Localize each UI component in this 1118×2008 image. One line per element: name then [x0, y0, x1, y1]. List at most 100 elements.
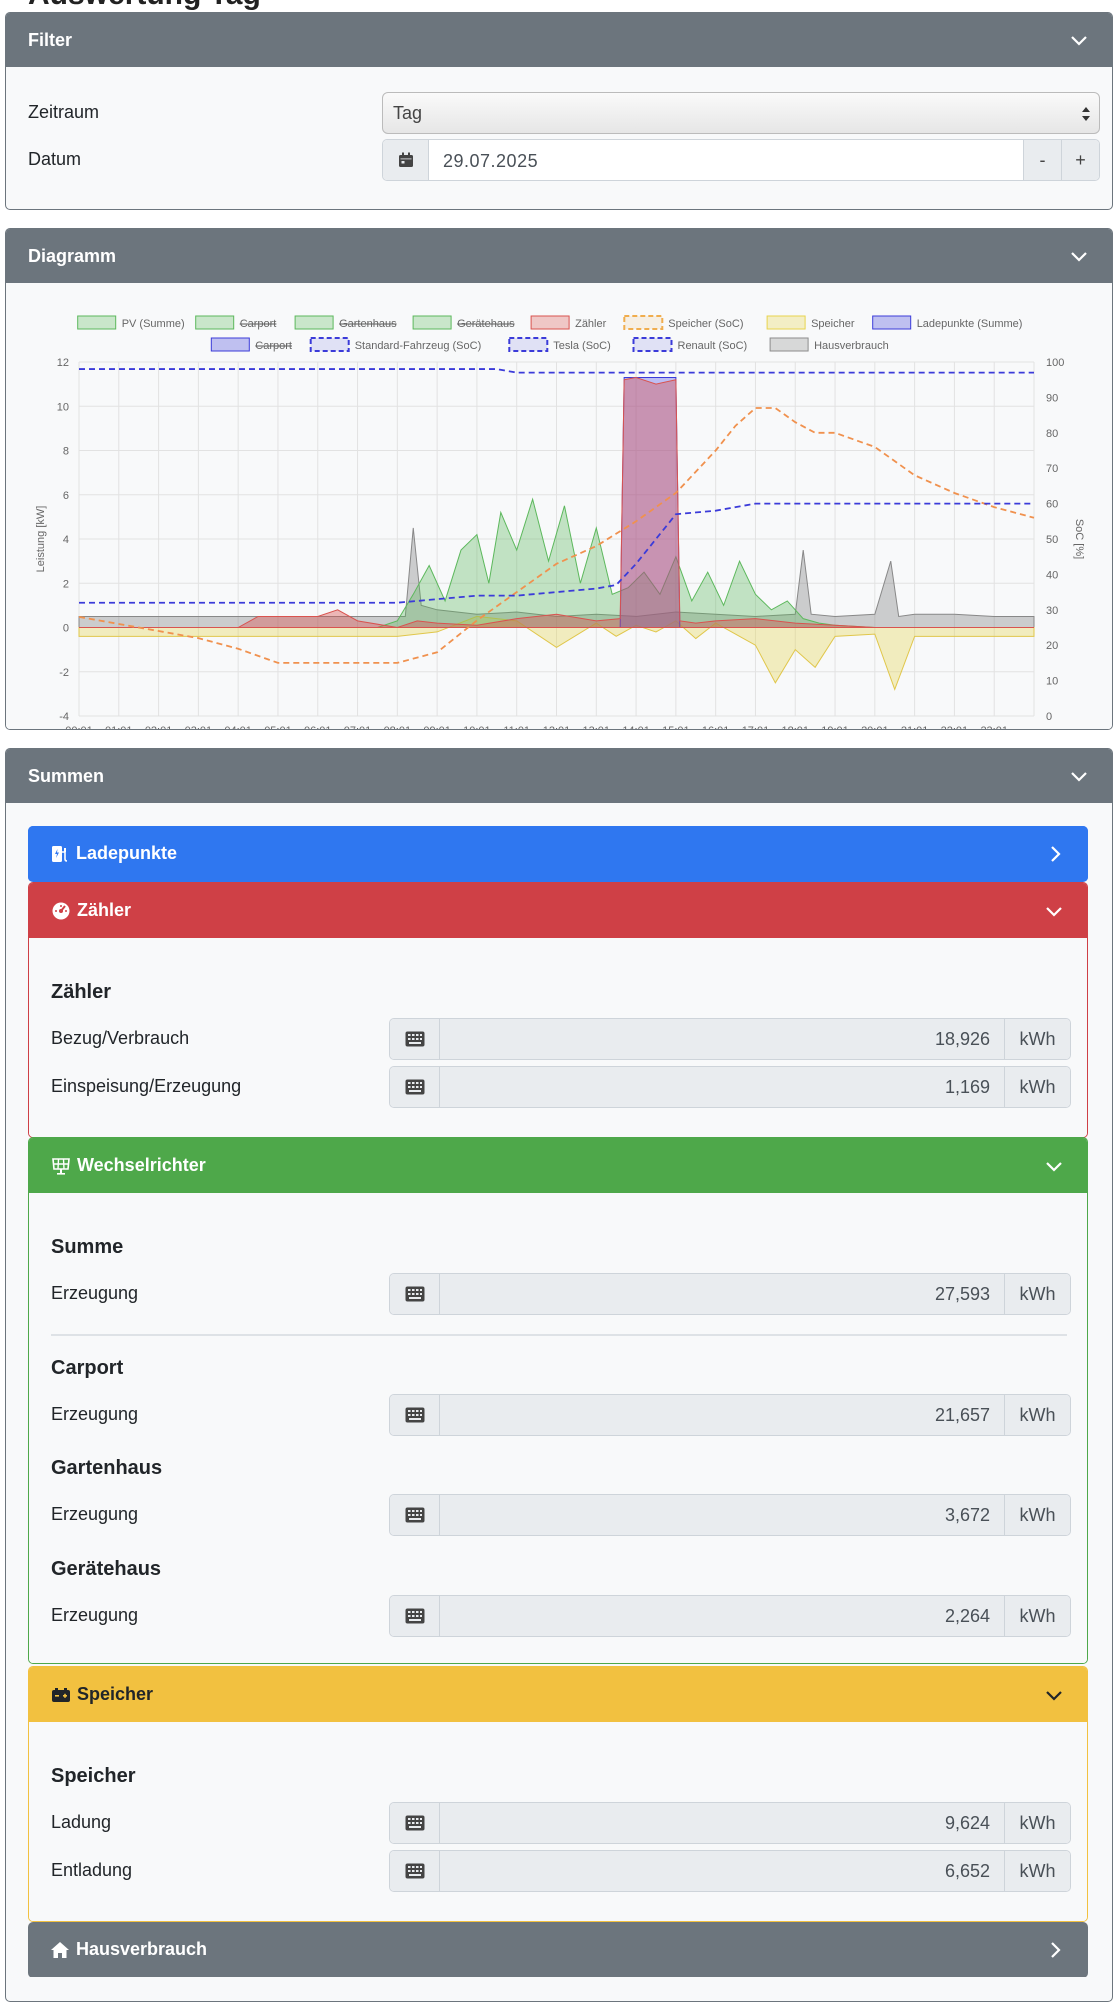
x-tick-label: 10:01 [463, 725, 491, 729]
legend-item[interactable]: Speicher [766, 315, 855, 330]
legend-item[interactable]: Renault (SoC) [632, 337, 748, 352]
x-tick-label: 23:01 [980, 725, 1008, 729]
gartenhaus-section-title: Gartenhaus [51, 1457, 163, 1479]
speicher-title: Speicher [77, 1684, 154, 1704]
energy-chart[interactable]: 121086420-2-4100908070605040302010000:01… [6, 284, 1112, 729]
y-tick-label: 0 [63, 623, 69, 635]
calculator-icon [390, 1851, 440, 1891]
calculator-icon [390, 1596, 440, 1636]
zaehler-panel: Zähler Zähler Bezug/Verbrauch 18,926 kWh… [28, 882, 1088, 1138]
datum-label: Datum [28, 149, 82, 169]
y2-tick-label: 90 [1046, 392, 1058, 404]
metric-label: Bezug/Verbrauch [51, 1028, 190, 1048]
y2-tick-label: 100 [1046, 357, 1064, 369]
chevron-down-icon[interactable] [1068, 765, 1090, 787]
zeitraum-select[interactable]: Tag [382, 92, 1100, 134]
legend-label: Carport [255, 340, 292, 352]
legend-swatch [769, 337, 809, 352]
metric-group: 2,264 kWh [389, 1595, 1071, 1637]
battery-icon [51, 1685, 71, 1705]
wechselrichter-body: Summe Erzeugung 27,593 kWh Carport Erzeu… [29, 1193, 1087, 1663]
energy-chart-svg[interactable]: 121086420-2-4100908070605040302010000:01… [6, 284, 1112, 729]
legend-item[interactable]: Speicher (SoC) [623, 315, 744, 330]
metric-value: 21,657 [440, 1395, 1004, 1435]
metric-label: Ladung [51, 1812, 112, 1832]
speicher-entladung-row: Entladung 6,652 kWh [29, 1850, 1087, 1892]
zaehler-title: Zähler [77, 900, 132, 920]
y-tick-label: 10 [57, 401, 69, 413]
legend-label: Hausverbrauch [814, 340, 889, 352]
zaehler-header[interactable]: Zähler [29, 883, 1087, 938]
metric-value: 27,593 [440, 1274, 1004, 1314]
legend-item[interactable]: Ladepunkte (Summe) [872, 315, 1023, 330]
metric-value: 1,169 [440, 1067, 1004, 1107]
page-heading-partial: Auswertung Tag [0, 0, 1118, 10]
chevron-down-icon[interactable] [1043, 1684, 1065, 1706]
calculator-icon [390, 1067, 440, 1107]
speicher-header[interactable]: Speicher [29, 1667, 1087, 1722]
calculator-icon [390, 1274, 440, 1314]
metric-value: 2,264 [440, 1596, 1004, 1636]
chevron-right-icon[interactable] [1044, 1939, 1066, 1961]
legend-item[interactable]: Gerätehaus [412, 315, 515, 330]
chevron-down-icon[interactable] [1068, 245, 1090, 267]
legend-swatch [309, 337, 350, 352]
x-tick-label: 03:01 [185, 725, 213, 729]
legend-item[interactable]: Standard-Fahrzeug (SoC) [309, 337, 482, 352]
ladepunkte-header[interactable]: Ladepunkte [28, 826, 1088, 881]
filter-card-header[interactable]: Filter [6, 13, 1112, 67]
legend-item[interactable]: Zähler [530, 315, 607, 330]
chevron-down-icon[interactable] [1068, 29, 1090, 51]
calculator-icon [390, 1395, 440, 1435]
x-tick-label: 05:01 [264, 725, 292, 729]
legend-label: Carport [240, 318, 277, 330]
x-tick-label: 02:01 [145, 725, 173, 729]
legend-label: Tesla (SoC) [553, 340, 610, 352]
legend-swatch [210, 337, 250, 352]
speicher-section-title: Speicher [51, 1765, 136, 1787]
datum-plus-button[interactable]: + [1061, 140, 1099, 180]
ladepunkte-title: Ladepunkte [76, 843, 178, 863]
calendar-icon[interactable] [383, 140, 429, 180]
metric-value: 6,652 [440, 1851, 1004, 1891]
y-tick-label: 2 [63, 578, 69, 590]
y-tick-label: 4 [63, 534, 69, 546]
diagram-card-header[interactable]: Diagramm [6, 229, 1112, 283]
zaehler-einspeisung-row: Einspeisung/Erzeugung 1,169 kWh [29, 1066, 1087, 1108]
legend-label: Ladepunkte (Summe) [917, 318, 1023, 330]
chevron-right-icon[interactable] [1044, 843, 1066, 865]
diagram-title: Diagramm [28, 245, 117, 266]
chevron-down-icon[interactable] [1043, 1155, 1065, 1177]
metric-value: 3,672 [440, 1495, 1004, 1535]
legend-item[interactable]: Hausverbrauch [769, 337, 889, 352]
datum-minus-button[interactable]: - [1023, 140, 1061, 180]
metric-label: Erzeugung [51, 1283, 139, 1303]
legend-item[interactable]: Carport [210, 337, 292, 352]
hausverbrauch-header[interactable]: Hausverbrauch [28, 1922, 1088, 1977]
metric-label: Erzeugung [51, 1504, 139, 1524]
legend-swatch [294, 315, 334, 330]
hausverbrauch-panel: Hausverbrauch [28, 1922, 1088, 1978]
ladepunkte-panel: Ladepunkte [28, 826, 1088, 882]
speicher-body: Speicher Ladung 9,624 kWh Entladung 6,65… [29, 1722, 1087, 1921]
legend-swatch [623, 315, 664, 330]
x-tick-label: 04:01 [224, 725, 252, 729]
chevron-down-icon[interactable] [1043, 900, 1065, 922]
summen-card-header[interactable]: Summen [6, 749, 1112, 803]
legend-item[interactable]: PV (Summe) [77, 315, 185, 330]
datum-input[interactable]: 29.07.2025 [429, 140, 1023, 180]
legend-item[interactable]: Tesla (SoC) [508, 337, 611, 352]
zeitraum-label: Zeitraum [28, 102, 100, 122]
calculator-icon [390, 1803, 440, 1843]
datum-input-group: 29.07.2025 - + [382, 139, 1100, 181]
wechselrichter-header[interactable]: Wechselrichter [29, 1138, 1087, 1193]
legend-label: Renault (SoC) [678, 340, 748, 352]
legend-item[interactable]: Gartenhaus [294, 315, 397, 330]
y-tick-label: 8 [63, 446, 69, 458]
legend-label: Speicher [811, 318, 855, 330]
legend-item[interactable]: Carport [195, 315, 277, 330]
x-tick-label: 00:01 [65, 725, 93, 729]
legend-swatch [195, 315, 235, 330]
metric-group: 3,672 kWh [389, 1494, 1071, 1536]
datum-row: Datum 29.07.2025 - + [6, 139, 1112, 181]
